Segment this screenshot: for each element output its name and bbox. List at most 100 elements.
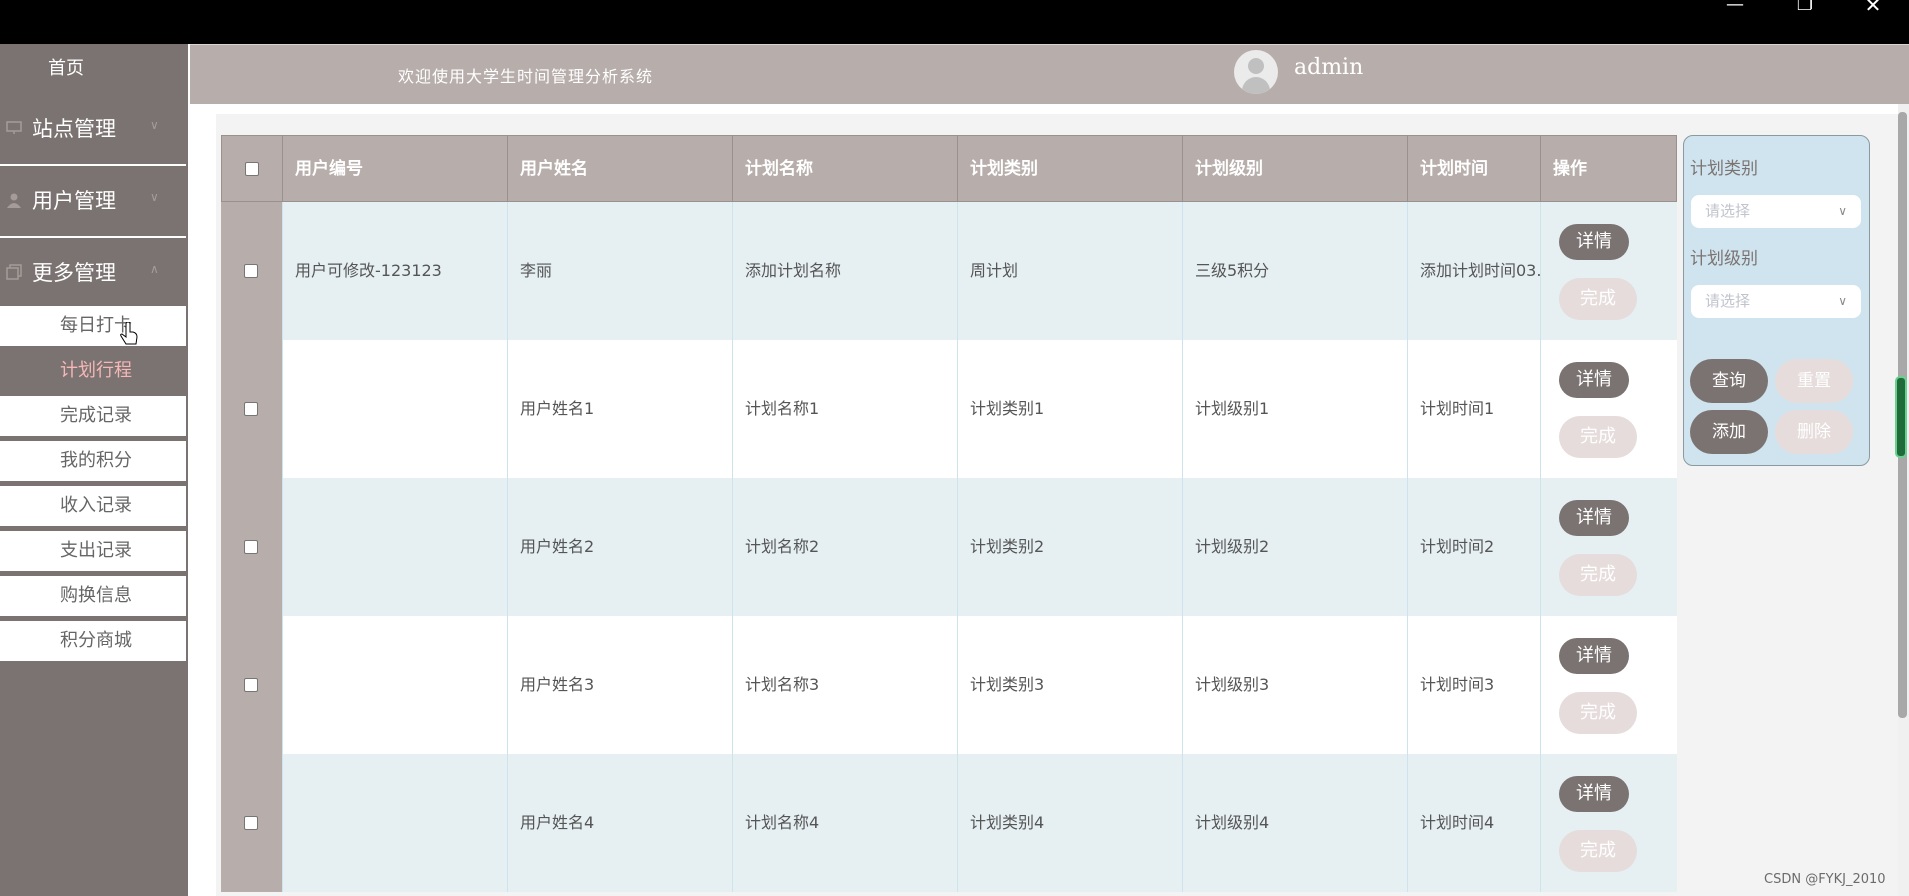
column-header[interactable]: 计划类别 <box>957 135 1183 202</box>
row-checkbox-cell <box>221 202 282 340</box>
detail-button[interactable]: 详情 <box>1559 362 1629 398</box>
detail-button[interactable]: 详情 <box>1559 776 1629 812</box>
detail-button[interactable]: 详情 <box>1559 638 1629 674</box>
cell-plan-name: 计划名称3 <box>732 616 958 754</box>
cell-plan-level: 三级5积分 <box>1182 202 1408 340</box>
query-button[interactable]: 查询 <box>1690 359 1768 403</box>
hand-cursor-icon <box>120 322 138 345</box>
sidebar-group-users[interactable]: 用户管理 ∨ <box>0 168 186 238</box>
avatar-icon[interactable] <box>1234 50 1278 94</box>
add-button[interactable]: 添加 <box>1690 410 1768 454</box>
cell-user-id <box>282 616 508 754</box>
complete-button[interactable]: 完成 <box>1559 830 1637 872</box>
monitor-icon <box>6 121 22 134</box>
plan-level-select[interactable]: 请选择 ∨ <box>1691 285 1861 318</box>
cell-user-name: 用户姓名1 <box>507 340 733 478</box>
table-row: 用户姓名1 计划名称1 计划类别1 计划级别1 计划时间1 详情 完成 <box>221 340 1677 478</box>
cell-plan-time: 计划时间2 <box>1407 478 1541 616</box>
table-row: 用户可修改-123123 李丽 添加计划名称 周计划 三级5积分 添加计划时间0… <box>221 202 1677 340</box>
row-checkbox-cell <box>221 754 282 892</box>
complete-button[interactable]: 完成 <box>1559 416 1637 458</box>
cell-plan-type: 计划类别4 <box>957 754 1183 892</box>
column-header[interactable]: 用户编号 <box>282 135 508 202</box>
sidebar-home[interactable]: 首页 <box>0 44 132 94</box>
plan-type-label: 计划类别 <box>1690 159 1758 179</box>
row-checkbox[interactable] <box>244 678 258 692</box>
complete-button[interactable]: 完成 <box>1559 554 1637 596</box>
row-checkbox-cell <box>221 616 282 754</box>
row-checkbox-cell <box>221 478 282 616</box>
cell-plan-level: 计划级别3 <box>1182 616 1408 754</box>
minimize-icon[interactable]: — <box>1715 0 1755 14</box>
cell-user-name: 用户姓名4 <box>507 754 733 892</box>
cell-plan-level: 计划级别4 <box>1182 754 1408 892</box>
window-titlebar: — ❐ ✕ <box>0 0 1909 44</box>
reset-button[interactable]: 重置 <box>1775 359 1853 403</box>
sidebar-group-label: 站点管理 <box>32 117 116 141</box>
column-header[interactable]: 计划时间 <box>1407 135 1541 202</box>
sidebar-group-label: 用户管理 <box>32 189 116 213</box>
welcome-title: 欢迎使用大学生时间管理分析系统 <box>398 67 654 86</box>
chevron-down-icon: ∨ <box>1838 204 1847 218</box>
scrollbar-grip[interactable] <box>1895 376 1907 458</box>
column-header: 操作 <box>1540 135 1677 202</box>
sidebar-group-more[interactable]: 更多管理 ∧ <box>0 240 186 310</box>
table-row: 用户姓名2 计划名称2 计划类别2 计划级别2 计划时间2 详情 完成 <box>221 478 1677 616</box>
select-all-checkbox[interactable] <box>245 162 259 176</box>
sidebar-item-income-records[interactable]: 收入记录 <box>0 486 186 526</box>
cell-plan-name: 计划名称2 <box>732 478 958 616</box>
watermark: CSDN @FYKJ_2010 <box>1764 872 1886 887</box>
cell-plan-name: 计划名称4 <box>732 754 958 892</box>
column-header[interactable]: 用户姓名 <box>507 135 733 202</box>
maximize-icon[interactable]: ❐ <box>1785 0 1825 14</box>
cell-user-name: 用户姓名2 <box>507 478 733 616</box>
detail-button[interactable]: 详情 <box>1559 224 1629 260</box>
cell-user-id <box>282 478 508 616</box>
sidebar-item-expense-records[interactable]: 支出记录 <box>0 531 186 571</box>
cell-plan-level: 计划级别1 <box>1182 340 1408 478</box>
sidebar-item-points-mall[interactable]: 积分商城 <box>0 621 186 661</box>
cell-user-name: 李丽 <box>507 202 733 340</box>
column-header[interactable]: 计划级别 <box>1182 135 1408 202</box>
cell-plan-name: 添加计划名称 <box>732 202 958 340</box>
cell-actions: 详情 完成 <box>1540 478 1677 616</box>
complete-button[interactable]: 完成 <box>1559 692 1637 734</box>
sidebar-item-exchange-info[interactable]: 购换信息 <box>0 576 186 616</box>
delete-button[interactable]: 删除 <box>1775 410 1853 454</box>
cell-plan-time: 计划时间1 <box>1407 340 1541 478</box>
chevron-down-icon: ∨ <box>1838 294 1847 308</box>
sidebar-item-completion-records[interactable]: 完成记录 <box>0 396 186 436</box>
cell-user-id <box>282 340 508 478</box>
cell-actions: 详情 完成 <box>1540 202 1677 340</box>
row-checkbox[interactable] <box>244 540 258 554</box>
detail-button[interactable]: 详情 <box>1559 500 1629 536</box>
cell-actions: 详情 完成 <box>1540 340 1677 478</box>
plan-type-select[interactable]: 请选择 ∨ <box>1691 195 1861 228</box>
sidebar: 首页 站点管理 ∨ 用户管理 ∨ 更多管理 ∧ 每日打卡 计划行程 完成记录 我… <box>0 44 188 896</box>
sidebar-group-site[interactable]: 站点管理 ∨ <box>0 96 186 166</box>
chevron-up-icon: ∧ <box>150 262 159 276</box>
username[interactable]: admin <box>1294 55 1363 80</box>
cell-plan-name: 计划名称1 <box>732 340 958 478</box>
sidebar-item-plan-schedule[interactable]: 计划行程 <box>0 351 186 391</box>
complete-button[interactable]: 完成 <box>1559 278 1637 320</box>
copy-icon <box>6 264 22 280</box>
cell-plan-type: 周计划 <box>957 202 1183 340</box>
cell-plan-type: 计划类别1 <box>957 340 1183 478</box>
column-header[interactable]: 计划名称 <box>732 135 958 202</box>
plan-type-placeholder: 请选择 <box>1705 202 1751 220</box>
sidebar-item-daily-checkin[interactable]: 每日打卡 <box>0 306 186 346</box>
cell-user-id <box>282 754 508 892</box>
row-checkbox[interactable] <box>244 402 258 416</box>
sidebar-item-my-points[interactable]: 我的积分 <box>0 441 186 481</box>
cell-plan-level: 计划级别2 <box>1182 478 1408 616</box>
close-icon[interactable]: ✕ <box>1853 0 1893 15</box>
cell-actions: 详情 完成 <box>1540 616 1677 754</box>
cell-plan-time: 添加计划时间03.5 <box>1407 202 1541 340</box>
table-row: 用户姓名4 计划名称4 计划类别4 计划级别4 计划时间4 详情 完成 <box>221 754 1677 892</box>
chevron-down-icon: ∨ <box>150 190 159 204</box>
row-checkbox[interactable] <box>244 816 258 830</box>
cell-actions: 详情 完成 <box>1540 754 1677 892</box>
row-checkbox[interactable] <box>244 264 258 278</box>
header-checkbox-cell <box>221 135 283 202</box>
